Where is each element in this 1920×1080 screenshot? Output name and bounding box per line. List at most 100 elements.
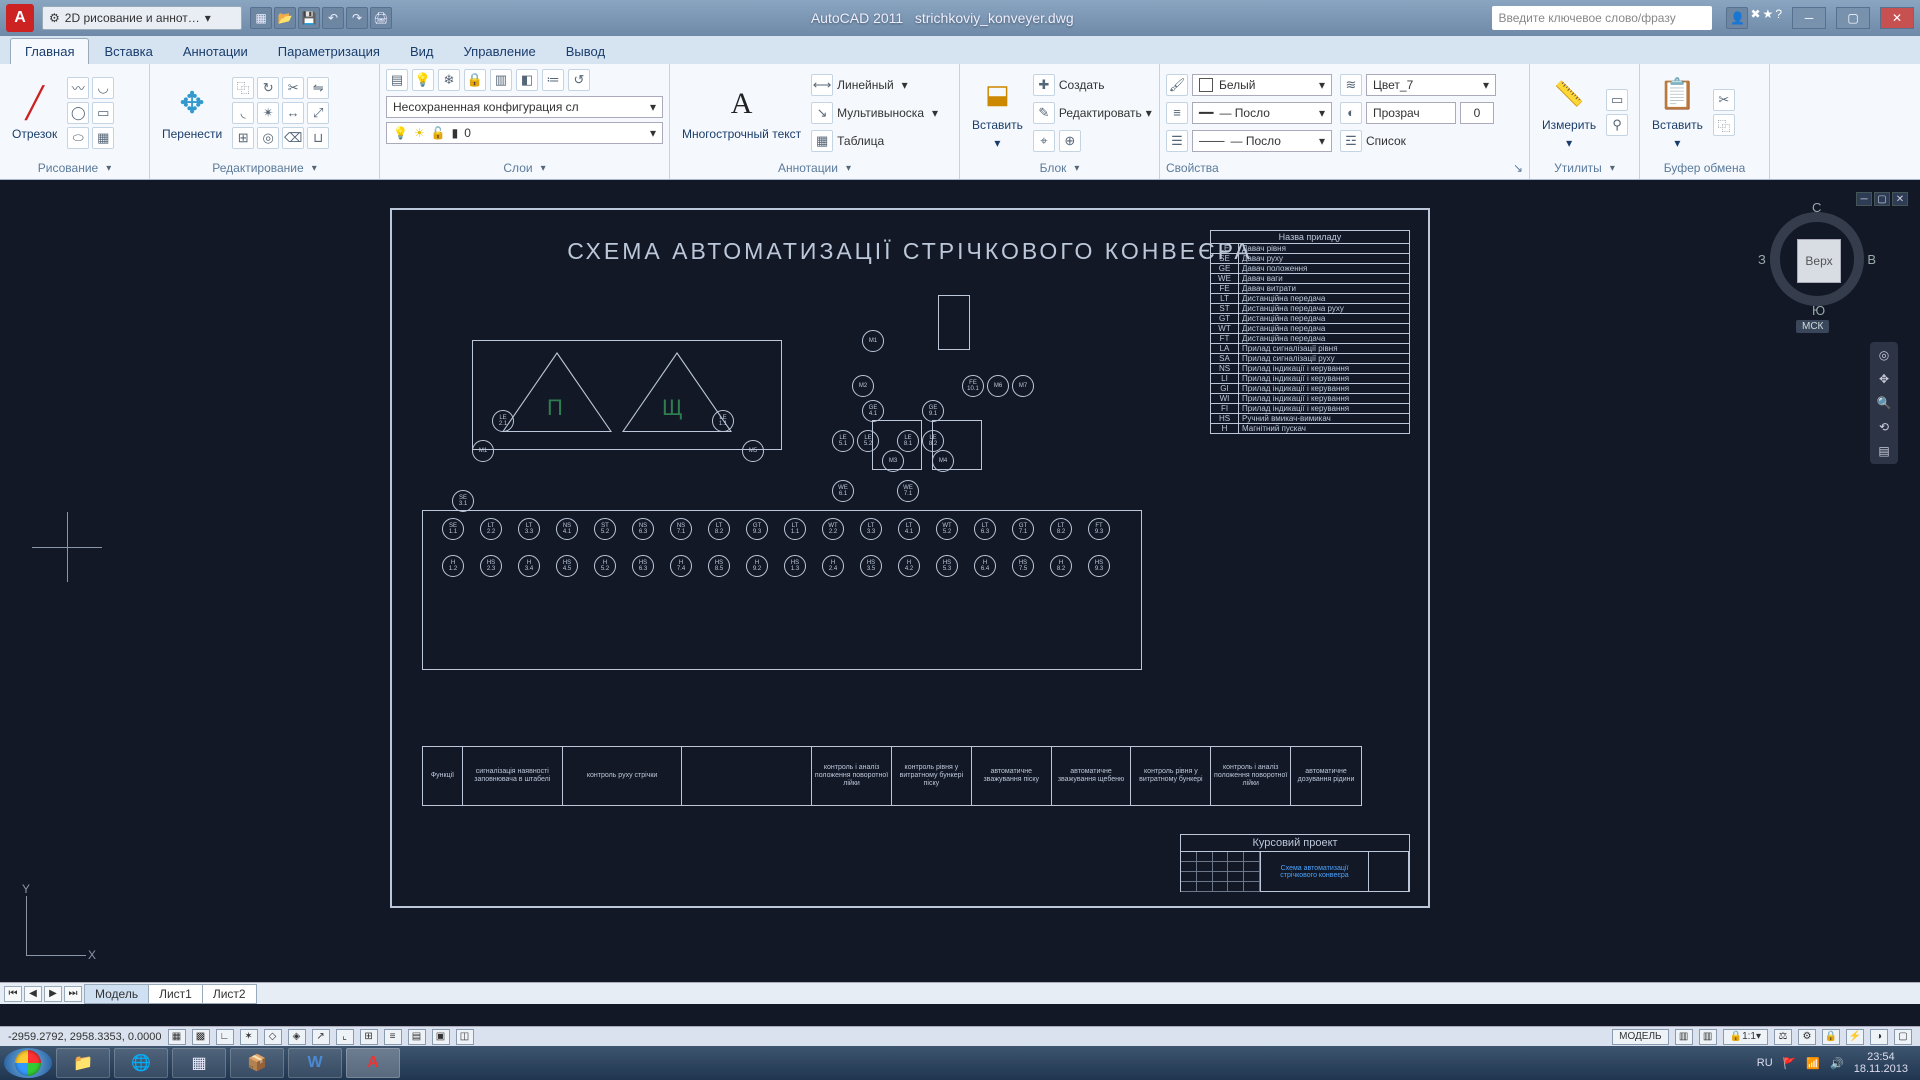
table-button[interactable]: ▦Таблица — [811, 129, 938, 153]
lwt-toggle[interactable]: ≡ — [384, 1029, 402, 1045]
tab-home[interactable]: Главная — [10, 38, 89, 64]
clean-screen-icon[interactable]: ▢ — [1894, 1029, 1912, 1045]
hardware-accel-icon[interactable]: ⚡ — [1846, 1029, 1864, 1045]
ws-switch-icon[interactable]: ⚙ — [1798, 1029, 1816, 1045]
tab-annotate[interactable]: Аннотации — [168, 38, 263, 64]
layer-iso-icon[interactable]: ◧ — [516, 69, 538, 91]
list-button[interactable]: ☲Список — [1340, 129, 1496, 153]
cut-icon[interactable]: ✂ — [1713, 89, 1735, 111]
mleader-button[interactable]: ↘Мультивыноска▾ — [811, 101, 938, 125]
block-attr2-icon[interactable]: ⊕ — [1059, 130, 1081, 152]
panel-draw-label[interactable]: Рисование — [6, 157, 143, 179]
layer-prev-icon[interactable]: ↺ — [568, 69, 590, 91]
exchange-icon[interactable]: ✖ — [1750, 7, 1760, 29]
tab-first-button[interactable]: ⏮ — [4, 986, 22, 1002]
tab-last-button[interactable]: ⏭ — [64, 986, 82, 1002]
ducs-toggle[interactable]: ⌞ — [336, 1029, 354, 1045]
ortho-toggle[interactable]: ∟ — [216, 1029, 234, 1045]
block-insert-button[interactable]: ⬓ Вставить▾ — [966, 74, 1029, 152]
select-icon[interactable]: ▭ — [1606, 89, 1628, 111]
otrack-toggle[interactable]: ↗ — [312, 1029, 330, 1045]
rectangle-icon[interactable]: ▭ — [92, 102, 114, 124]
layer-state-dropdown[interactable]: Несохраненная конфигурация сл▾ — [386, 96, 663, 118]
linetype-dropdown[interactable]: ───— Посло▾ — [1192, 130, 1332, 152]
offset-icon[interactable]: ◎ — [257, 127, 279, 149]
layout1-tab[interactable]: Лист1 — [148, 984, 203, 1004]
mirror-icon[interactable]: ⇋ — [307, 77, 329, 99]
tpy-toggle[interactable]: ▤ — [408, 1029, 426, 1045]
orbit-icon[interactable]: ⟲ — [1879, 420, 1889, 434]
tab-parametric[interactable]: Параметризация — [263, 38, 395, 64]
undo-icon[interactable]: ↶ — [322, 7, 344, 29]
tab-next-button[interactable]: ▶ — [44, 986, 62, 1002]
layer-lock-icon[interactable]: 🔒 — [464, 69, 486, 91]
save-icon[interactable]: 💾 — [298, 7, 320, 29]
steering-wheel-icon[interactable]: ◎ — [1879, 348, 1889, 362]
wcs-label[interactable]: МСК — [1796, 320, 1829, 333]
arc-icon[interactable]: ◡ — [92, 77, 114, 99]
join-icon[interactable]: ⊔ — [307, 127, 329, 149]
layer-color-icon[interactable]: ▥ — [490, 69, 512, 91]
open-icon[interactable]: 📂 — [274, 7, 296, 29]
polyline-icon[interactable]: 〰 — [67, 77, 89, 99]
app-menu-button[interactable]: A — [6, 4, 34, 32]
workspace-dropdown[interactable]: ⚙ 2D рисование и аннот… ▾ — [42, 6, 242, 30]
doc-close-button[interactable]: ✕ — [1892, 192, 1908, 206]
minimize-button[interactable]: ─ — [1792, 7, 1826, 29]
annoscale-toggle[interactable]: ⚖ — [1774, 1029, 1792, 1045]
dim-linear-button[interactable]: ⟷Линейный▾ — [811, 73, 938, 97]
panel-annot-label[interactable]: Аннотации — [676, 157, 953, 179]
paste-button[interactable]: 📋 Вставить▾ — [1646, 74, 1709, 152]
tab-manage[interactable]: Управление — [448, 38, 550, 64]
close-button[interactable]: ✕ — [1880, 7, 1914, 29]
panel-modify-label[interactable]: Редактирование — [156, 157, 373, 179]
lw-icon[interactable]: ☰ — [1166, 130, 1188, 152]
toolbar-lock-icon[interactable]: 🔒 — [1822, 1029, 1840, 1045]
rotate-icon[interactable]: ↻ — [257, 77, 279, 99]
new-icon[interactable]: ▦ — [250, 7, 272, 29]
print-icon[interactable]: 🖨 — [370, 7, 392, 29]
model-tab[interactable]: Модель — [84, 984, 149, 1004]
start-button[interactable] — [4, 1048, 52, 1078]
layer-freeze-icon[interactable]: ❄ — [438, 69, 460, 91]
taskbar-chrome[interactable]: 🌐 — [114, 1048, 168, 1078]
layer-color-dropdown[interactable]: Цвет_7▾ — [1366, 74, 1496, 96]
grid-toggle[interactable]: ▩ — [192, 1029, 210, 1045]
tab-output[interactable]: Вывод — [551, 38, 620, 64]
taskbar-word[interactable]: W — [288, 1048, 342, 1078]
block-edit-button[interactable]: ✎Редактировать▾ — [1033, 101, 1152, 125]
ellipse-icon[interactable]: ⬭ — [67, 127, 89, 149]
3dosnap-toggle[interactable]: ◈ — [288, 1029, 306, 1045]
transparency-input[interactable]: 0 — [1460, 102, 1494, 124]
panel-clip-label[interactable]: Буфер обмена — [1646, 157, 1763, 179]
help-icon[interactable]: ? — [1775, 7, 1782, 29]
layer-off-icon[interactable]: 💡 — [412, 69, 434, 91]
tray-flag-icon[interactable]: 🚩 — [1783, 1057, 1797, 1070]
array-icon[interactable]: ⊞ — [232, 127, 254, 149]
view-cube[interactable]: Верх С Ю В З МСК — [1762, 204, 1872, 314]
scale-icon[interactable]: ⤢ — [307, 102, 329, 124]
color-dropdown[interactable]: Белый▾ — [1192, 74, 1332, 96]
block-create-button[interactable]: ✚Создать — [1033, 73, 1152, 97]
move-button[interactable]: ✥ Перенести — [156, 83, 228, 143]
layer-match-icon[interactable]: ≔ — [542, 69, 564, 91]
tab-insert[interactable]: Вставка — [89, 38, 167, 64]
line-button[interactable]: ╱ Отрезок — [6, 83, 63, 143]
bylayer-icon[interactable]: ≋ — [1340, 74, 1362, 96]
taskbar-autocad[interactable]: A — [346, 1048, 400, 1078]
model-space-button[interactable]: МОДЕЛЬ — [1612, 1029, 1668, 1045]
dyn-toggle[interactable]: ⊞ — [360, 1029, 378, 1045]
showmotion-icon[interactable]: ▤ — [1878, 444, 1889, 458]
tray-clock[interactable]: 23:54 18.11.2013 — [1854, 1051, 1908, 1075]
taskbar-explorer[interactable]: 📁 — [56, 1048, 110, 1078]
erase-icon[interactable]: ⌫ — [282, 127, 304, 149]
quick-view-layouts[interactable]: ▥ — [1675, 1029, 1693, 1045]
stretch-icon[interactable]: ↔ — [282, 102, 304, 124]
navigation-bar[interactable]: ◎ ✥ 🔍 ⟲ ▤ — [1870, 342, 1898, 464]
doc-max-button[interactable]: ▢ — [1874, 192, 1890, 206]
help-search-input[interactable]: Введите ключевое слово/фразу — [1492, 6, 1712, 30]
tray-volume-icon[interactable]: 🔊 — [1830, 1057, 1844, 1070]
sign-in-icon[interactable]: 👤 — [1726, 7, 1748, 29]
taskbar-app1[interactable]: ▦ — [172, 1048, 226, 1078]
drawing-area[interactable]: ─ ▢ ✕ СХЕМА АВТОМАТИЗАЦІЇ СТРІЧКОВОГО КО… — [0, 180, 1920, 1026]
